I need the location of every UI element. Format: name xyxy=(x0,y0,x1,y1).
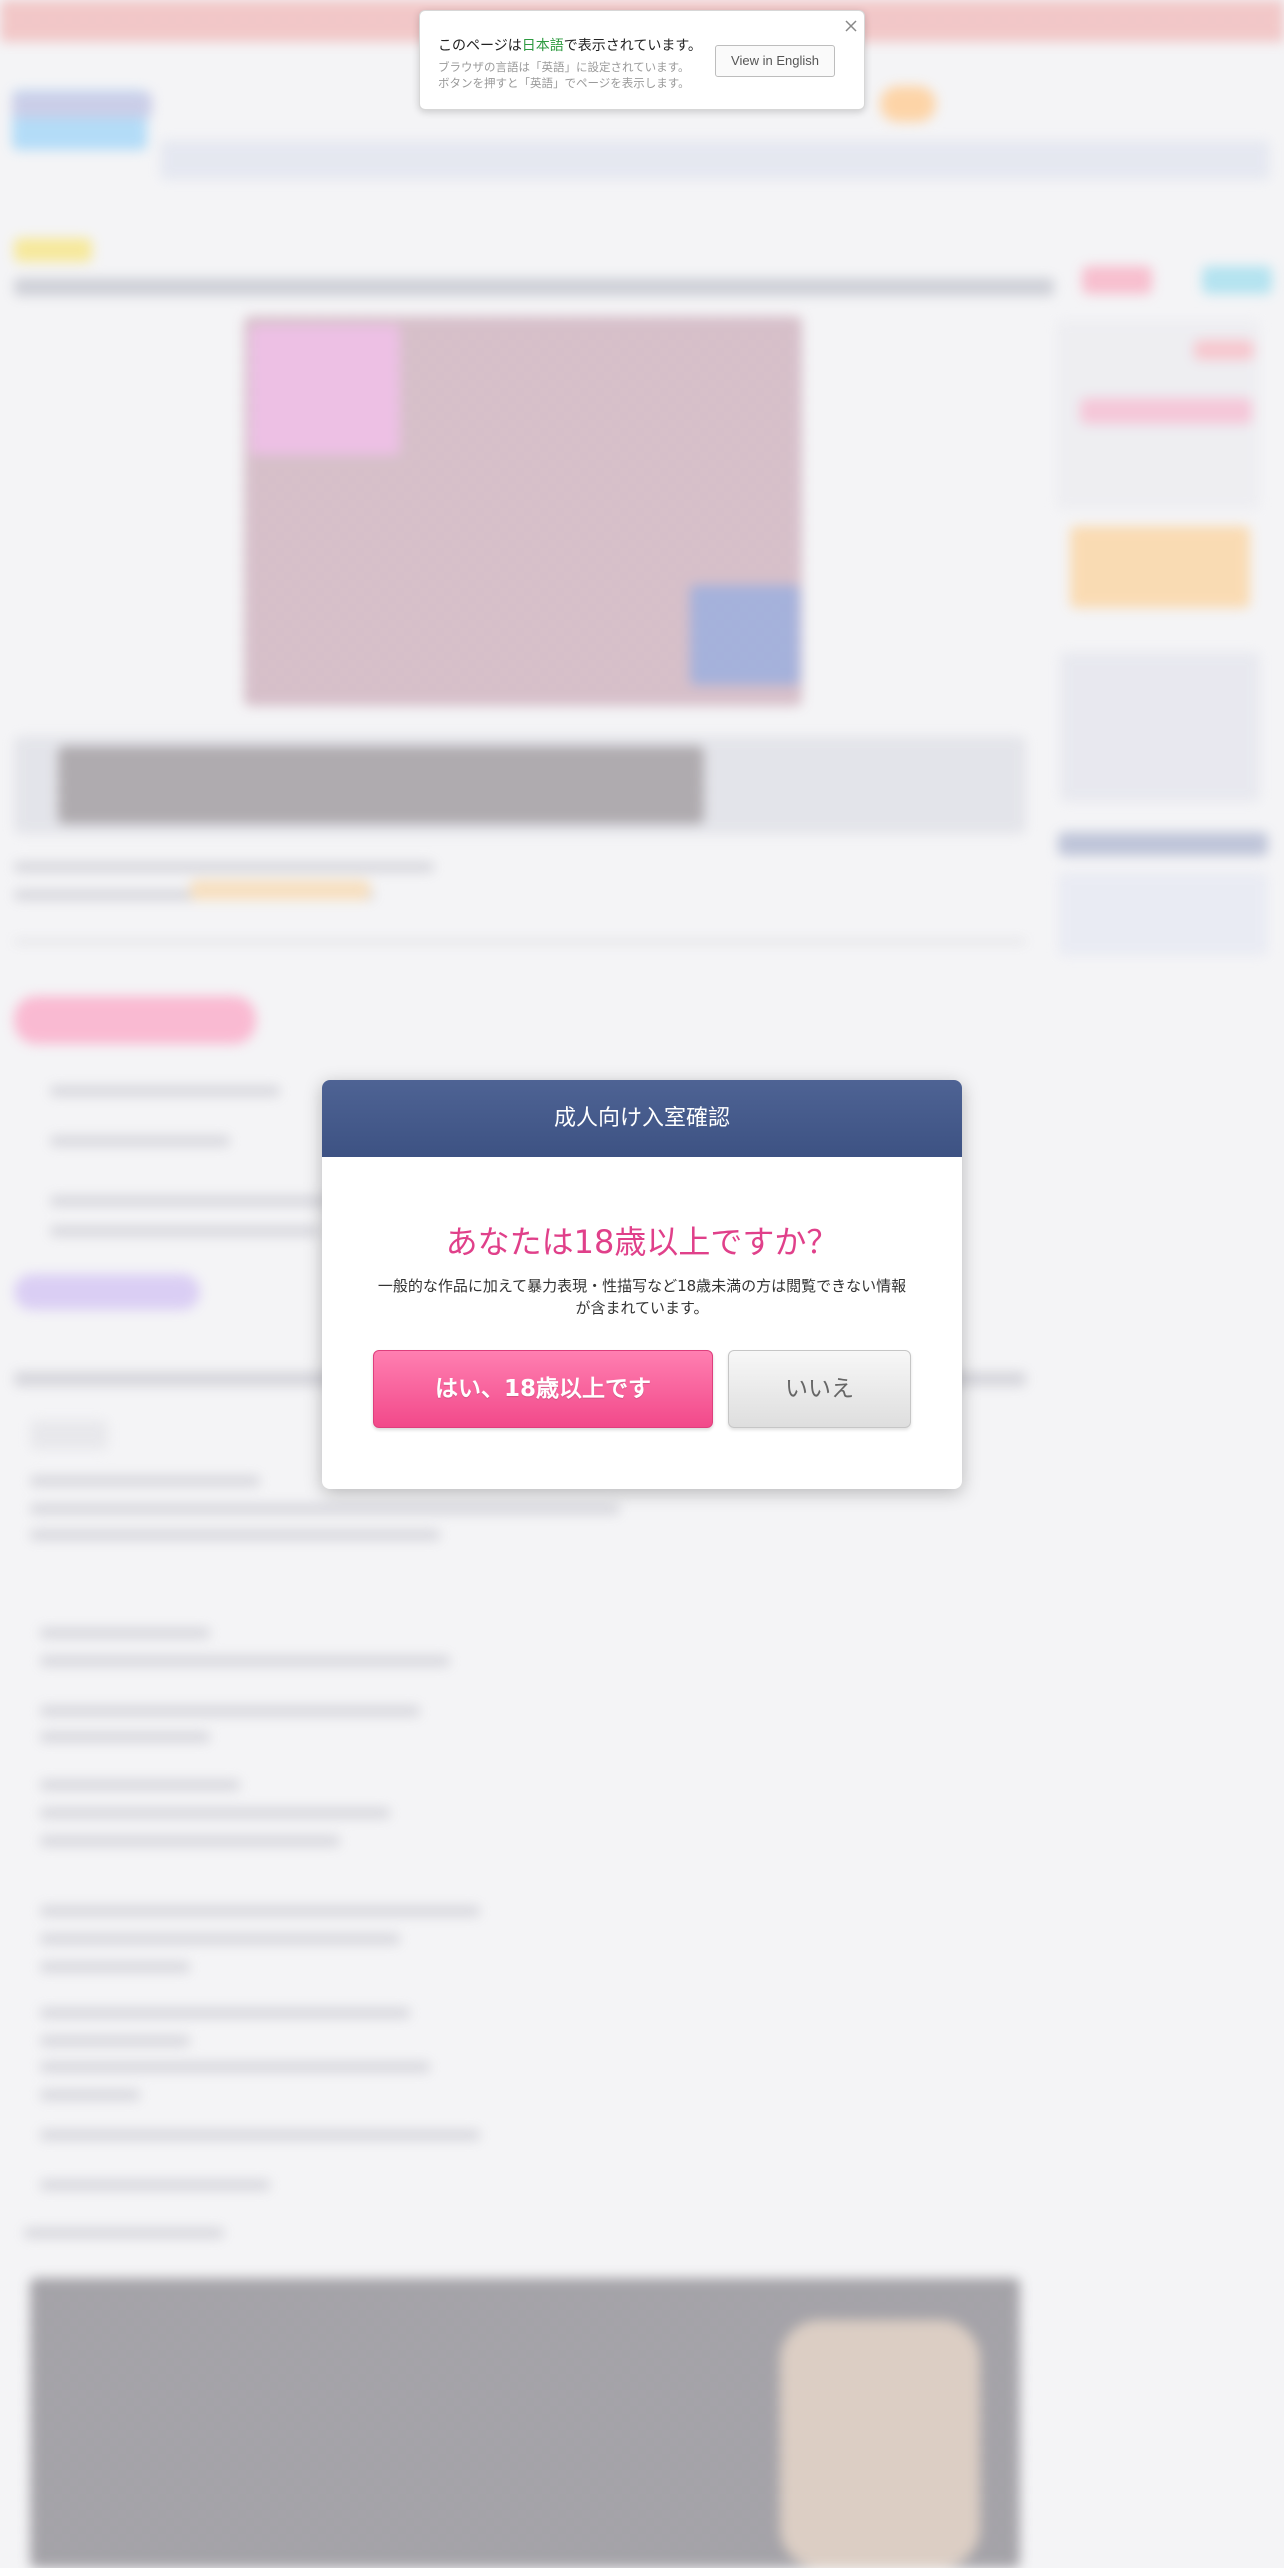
bg-list-line xyxy=(50,1086,280,1096)
view-in-english-button[interactable]: View in English xyxy=(715,45,835,77)
bg-text-line xyxy=(40,1808,390,1818)
bg-divider xyxy=(14,940,1026,943)
bg-text-line xyxy=(30,1476,260,1486)
bg-text-line xyxy=(40,1706,420,1716)
decline-button[interactable]: いいえ xyxy=(728,1350,911,1428)
bg-sidebar-pink-button xyxy=(1080,398,1252,424)
language-sub-line-1: ブラウザの言語は「英語」に設定されています。 xyxy=(438,60,690,74)
confirm-adult-button[interactable]: はい、18歳以上です xyxy=(373,1350,713,1428)
age-question: あなたは18歳以上ですか？ xyxy=(445,1223,839,1261)
bg-text-line xyxy=(40,2090,140,2100)
bg-list-line xyxy=(50,1226,320,1236)
bg-list-line xyxy=(50,1136,230,1146)
bg-header-badge xyxy=(880,86,936,122)
bg-text-line xyxy=(30,1504,620,1514)
modal-title: 成人向け入室確認 xyxy=(553,1106,730,1131)
bg-tag-blue xyxy=(1202,266,1272,294)
bg-header-nav xyxy=(160,140,1270,180)
bg-text-line xyxy=(40,1934,400,1944)
bg-text-line xyxy=(40,2036,190,2046)
bg-text-line xyxy=(40,2062,430,2072)
bg-pink-heading xyxy=(14,996,256,1044)
bg-text-line xyxy=(40,1628,210,1638)
language-message-highlight: 日本語 xyxy=(521,38,564,54)
bg-logo-top xyxy=(12,92,152,118)
bg-text-badge xyxy=(30,1420,108,1450)
bg-bottom-banner-figure xyxy=(780,2320,980,2568)
bg-sidebar-grid xyxy=(1060,652,1260,802)
bg-text-line xyxy=(24,2228,224,2238)
bg-text-line xyxy=(40,1732,210,1742)
modal-header: 成人向け入室確認 xyxy=(322,1080,962,1157)
bg-text-line xyxy=(40,2180,270,2190)
bg-text-line xyxy=(40,2008,410,2018)
bg-thumbnails xyxy=(58,746,704,824)
language-banner-subtext: ブラウザの言語は「英語」に設定されています。 ボタンを押すと「英語」でページを表… xyxy=(438,59,690,91)
language-message-before: このページは xyxy=(438,38,522,54)
bg-text-line xyxy=(40,1656,450,1666)
bg-text-line xyxy=(40,1836,340,1846)
language-banner-message: このページは日本語で表示されています。 xyxy=(438,35,702,55)
bg-text-line xyxy=(40,1962,190,1972)
age-description: 一般的な作品に加えて暴力表現・性描写など18歳未満の方は閲覧できない情報が含まれ… xyxy=(377,1277,907,1317)
language-message-after: で表示されています。 xyxy=(563,38,702,54)
language-sub-line-2: ボタンを押すと「英語」でページを表示します。 xyxy=(438,76,690,90)
bg-text-line xyxy=(30,1530,440,1540)
bg-label xyxy=(14,238,92,262)
bg-sidebar-navy-bar xyxy=(1058,832,1268,856)
bg-sidebar-list xyxy=(1058,872,1268,956)
bg-info-line xyxy=(14,862,434,872)
bg-text-line xyxy=(40,1906,480,1916)
bg-sidebar-price xyxy=(1194,340,1254,360)
bg-list-line xyxy=(50,1196,330,1206)
bg-tag-pink xyxy=(1082,266,1152,294)
bg-sidebar-orange-button xyxy=(1070,526,1250,608)
bg-main-image-detail-2 xyxy=(690,585,800,685)
bg-purple-heading xyxy=(14,1274,200,1310)
age-confirmation-modal: 成人向け入室確認 あなたは18歳以上ですか？ 一般的な作品に加えて暴力表現・性描… xyxy=(322,1080,962,1489)
bg-pill xyxy=(190,880,370,900)
bg-main-image-detail xyxy=(250,325,400,455)
bg-text-line xyxy=(40,1780,240,1790)
language-banner: このページは日本語で表示されています。 ブラウザの言語は「英語」に設定されていま… xyxy=(419,10,865,110)
close-icon[interactable] xyxy=(842,17,860,35)
bg-title-line xyxy=(14,278,1054,296)
bg-text-line xyxy=(40,2130,480,2140)
